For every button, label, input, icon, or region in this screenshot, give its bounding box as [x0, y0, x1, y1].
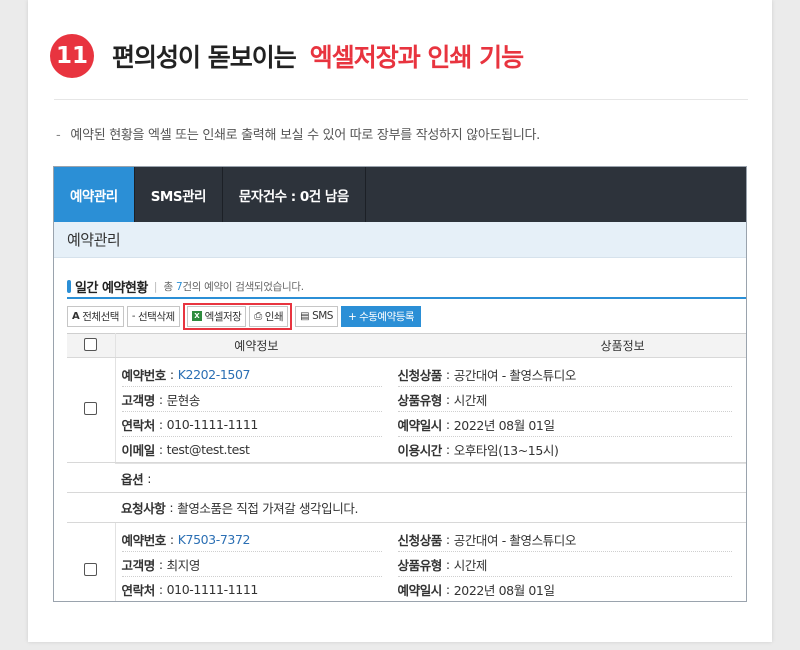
excel-save-button[interactable]: X 엑셀저장: [186, 305, 247, 327]
count-suffix: 건의 예약이 검색되었습니다.: [182, 280, 304, 293]
tab-sms-count[interactable]: 문자건수 : 0건 남음: [223, 167, 366, 222]
print-button[interactable]: ⎙ 인쇄: [249, 305, 289, 327]
label-product: 신청상품: [397, 532, 443, 548]
delete-selected-label: 선택삭제: [138, 310, 175, 323]
customer-name: 최지영: [166, 557, 201, 573]
manual-add-button[interactable]: + 수동예약등록: [340, 305, 422, 327]
excel-save-label: 엑셀저장: [204, 310, 242, 323]
sms-button[interactable]: ▤ SMS: [295, 305, 338, 327]
tab-sms-manage[interactable]: SMS관리: [135, 167, 223, 222]
row-checkbox[interactable]: [84, 563, 98, 576]
column-product-info: 상품정보: [600, 339, 645, 353]
label-contact: 연락처: [121, 417, 156, 433]
label-contact: 연락처: [121, 583, 156, 598]
header-checkbox[interactable]: [84, 337, 98, 351]
label-customer: 고객명: [121, 557, 156, 573]
request-value: 촬영소품은 직접 가져갈 생각입니다.: [177, 501, 359, 516]
tab-reservation-manage[interactable]: 예약관리: [54, 167, 135, 222]
feature-description-text: 예약된 현황을 엑셀 또는 인쇄로 출력해 보실 수 있어 따로 장부를 작성하…: [70, 128, 540, 143]
select-all-label: 전체선택: [82, 310, 119, 323]
print-label: 인쇄: [264, 310, 284, 323]
toolbar: A 전체선택 - 선택삭제 X 엑셀저장 ⎙ 인쇄 ▤ SMS + 수동예약등록: [67, 299, 746, 333]
request-cell: 요청사항: 촬영소품은 직접 가져갈 생각입니다.: [67, 492, 746, 523]
delete-selected-button[interactable]: - 선택삭제: [126, 305, 180, 327]
title-bar-icon: [67, 279, 71, 293]
dash-icon: -: [56, 128, 61, 143]
feature-card: 11 편의성이 돋보이는 엑셀저장과 인쇄 기능 - 예약된 현황을 엑셀 또는 …: [28, 0, 772, 642]
type-value: 시간제: [453, 392, 488, 408]
email-value: test@test.test: [166, 442, 250, 457]
header-checkbox-cell: [67, 333, 116, 358]
label-date: 예약일시: [397, 583, 443, 598]
table-row-option: 옵션:: [67, 462, 746, 493]
reservation-number-link[interactable]: K7503-7372: [178, 532, 251, 547]
date-value: 2022년 08월 01일: [453, 583, 555, 598]
list-header: 일간 예약현황 | 총 7건의 예약이 검색되었습니다.: [67, 275, 746, 299]
label-product: 신청상품: [397, 367, 443, 383]
column-reservation-info: 예약정보: [234, 339, 279, 353]
feature-title-accent: 엑셀저장과 인쇄 기능: [309, 43, 524, 72]
reservation-table: 예약정보 상품정보 예약번호: K2202-1507 고객명: 문현송 연락처 …: [67, 333, 746, 602]
product-value: 공간대여 - 촬영스튜디오: [453, 532, 577, 548]
section-title: 예약관리: [54, 222, 746, 258]
heading-divider: [54, 99, 748, 100]
row-checkbox-cell: [67, 522, 116, 601]
row-info-cell: 예약번호: K7503-7372 고객명: 최지영 연락처:010-1111-111…: [115, 523, 746, 602]
select-all-icon: A: [72, 310, 80, 322]
date-value: 2022년 08월 01일: [453, 417, 555, 433]
time-value: 오후타임(13~15시): [453, 443, 559, 458]
result-count: 총 7건의 예약이 검색되었습니다.: [163, 279, 305, 294]
contact-value: 010-1111-1111: [166, 582, 259, 597]
highlighted-export-group: X 엑셀저장 ⎙ 인쇄: [182, 302, 293, 330]
header-info-cell: 예약정보 상품정보: [115, 333, 746, 358]
select-all-button[interactable]: A 전체선택: [67, 305, 124, 327]
table-header-row: 예약정보 상품정보: [67, 333, 746, 358]
label-date: 예약일시: [397, 417, 443, 433]
count-prefix: 총: [163, 280, 174, 293]
table-row: 예약번호: K2202-1507 고객명: 문현송 연락처:010-1111-111…: [67, 357, 746, 463]
excel-icon: X: [191, 311, 202, 321]
option-cell: 옵션:: [67, 462, 746, 493]
app-screenshot: 예약관리 SMS관리 문자건수 : 0건 남음 예약관리 일간 예약현황 | 총…: [53, 166, 747, 602]
label-email: 이메일: [121, 443, 156, 458]
feature-title: 편의성이 돋보이는: [112, 43, 297, 72]
label-type: 상품유형: [397, 392, 443, 408]
label-res-no: 예약번호: [121, 367, 167, 383]
label-request: 요청사항: [121, 501, 166, 516]
document-icon: ▤: [300, 310, 310, 322]
label-res-no: 예약번호: [121, 532, 167, 548]
row-checkbox-cell: [67, 357, 116, 463]
feature-number-badge: 11: [50, 34, 94, 78]
row-info-cell: 예약번호: K2202-1507 고객명: 문현송 연락처:010-1111-111…: [115, 357, 746, 463]
printer-icon: ⎙: [254, 310, 262, 322]
label-customer: 고객명: [121, 392, 156, 408]
label-option: 옵션: [121, 471, 144, 487]
contact-value: 010-1111-1111: [166, 416, 259, 432]
table-row-request: 요청사항: 촬영소품은 직접 가져갈 생각입니다.: [67, 492, 746, 523]
product-value: 공간대여 - 촬영스튜디오: [453, 367, 577, 383]
feature-description: - 예약된 현황을 엑셀 또는 인쇄로 출력해 보실 수 있어 따로 장부를 작성…: [56, 124, 540, 143]
customer-name: 문현송: [166, 392, 201, 408]
row-checkbox[interactable]: [84, 402, 98, 415]
separator-icon: |: [153, 279, 158, 293]
list-title: 일간 예약현황: [75, 280, 148, 296]
reservation-number-link[interactable]: K2202-1507: [178, 367, 251, 382]
type-value: 시간제: [453, 557, 488, 573]
feature-heading: 11 편의성이 돋보이는 엑셀저장과 인쇄 기능: [50, 34, 524, 78]
label-time: 이용시간: [397, 443, 443, 458]
top-nav: 예약관리 SMS관리 문자건수 : 0건 남음: [54, 167, 746, 222]
minus-icon: -: [131, 310, 136, 322]
sms-label: SMS: [312, 310, 333, 322]
table-row: 예약번호: K7503-7372 고객명: 최지영 연락처:010-1111-111…: [67, 522, 746, 602]
label-type: 상품유형: [397, 557, 443, 573]
